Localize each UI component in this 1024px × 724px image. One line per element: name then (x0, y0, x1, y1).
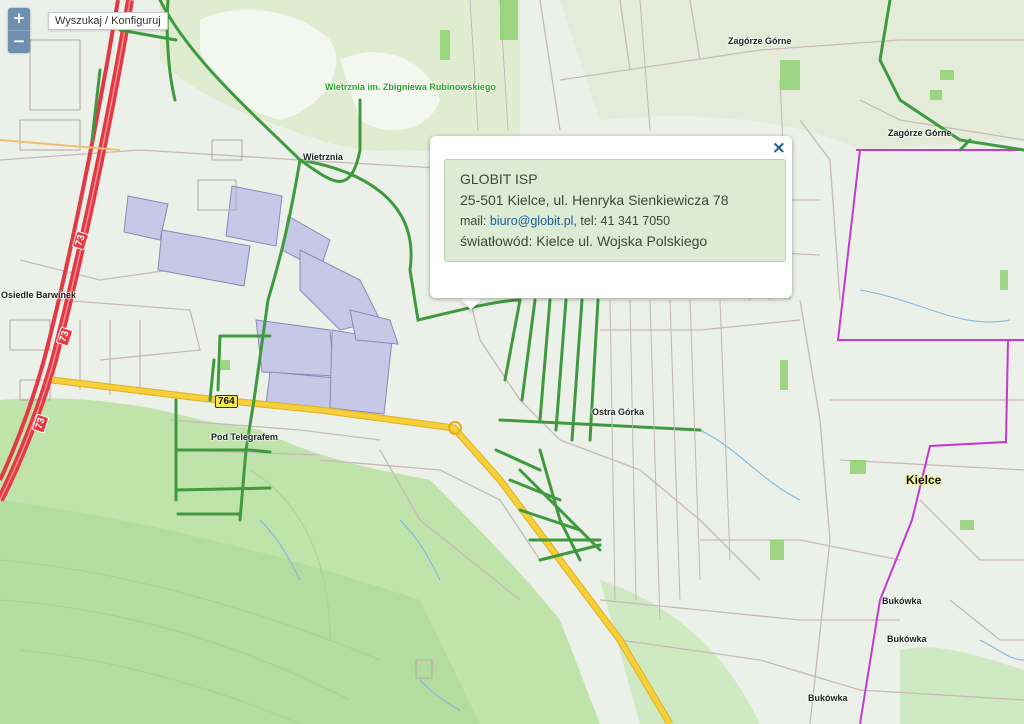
zoom-control: + − (8, 8, 30, 53)
tel-label: , tel: (573, 214, 601, 228)
fiber-location: światłowód: Kielce ul. Wojska Polskiego (460, 233, 708, 249)
mail-label: mail: (460, 214, 490, 228)
phone-number: 41 341 7050 (600, 214, 671, 228)
info-popup: × GLOBIT ISP 25-501 Kielce, ul. Henryka … (430, 136, 792, 298)
place-label-osiedle-barwinek: Osiedle Barwinek (1, 290, 77, 300)
place-label-bukowka: Bukówka (887, 634, 927, 644)
popup-content: GLOBIT ISP 25-501 Kielce, ul. Henryka Si… (444, 159, 786, 262)
zoom-out-button[interactable]: − (8, 30, 30, 53)
place-label-bukowka: Bukówka (808, 693, 848, 703)
place-label-zagorze-gorne: Zagórze Górne (888, 128, 952, 138)
place-label-pod-telegrafem: Pod Telegrafem (211, 432, 278, 442)
map-base-layer (0, 0, 1024, 724)
map-view[interactable]: 73 73 73 764 Wietrznia im. Zbigniewa Rub… (0, 0, 1024, 724)
place-label-ostra-gorka: Ostra Górka (592, 407, 645, 417)
place-label-zagorze-gorne: Zagórze Górne (728, 36, 792, 46)
contact-line: mail: biuro@globit.pl, tel: 41 341 7050 (460, 211, 779, 231)
place-label-bukowka: Bukówka (882, 596, 922, 606)
place-label-wietrznia: Wietrznia (303, 152, 343, 162)
company-name: GLOBIT ISP (460, 171, 538, 187)
email-link[interactable]: biuro@globit.pl (490, 214, 574, 228)
city-label-kielce: Kielce (906, 473, 942, 487)
park-label: Wietrznia im. Zbigniewa Rubinowskiego (325, 82, 496, 92)
zoom-in-button[interactable]: + (8, 8, 30, 30)
road-764-shield: 764 (215, 395, 238, 408)
search-configure-button[interactable]: Wyszukaj / Konfiguruj (48, 12, 168, 30)
company-address: 25-501 Kielce, ul. Henryka Sienkiewicza … (460, 192, 729, 208)
close-icon[interactable]: × (772, 138, 786, 158)
